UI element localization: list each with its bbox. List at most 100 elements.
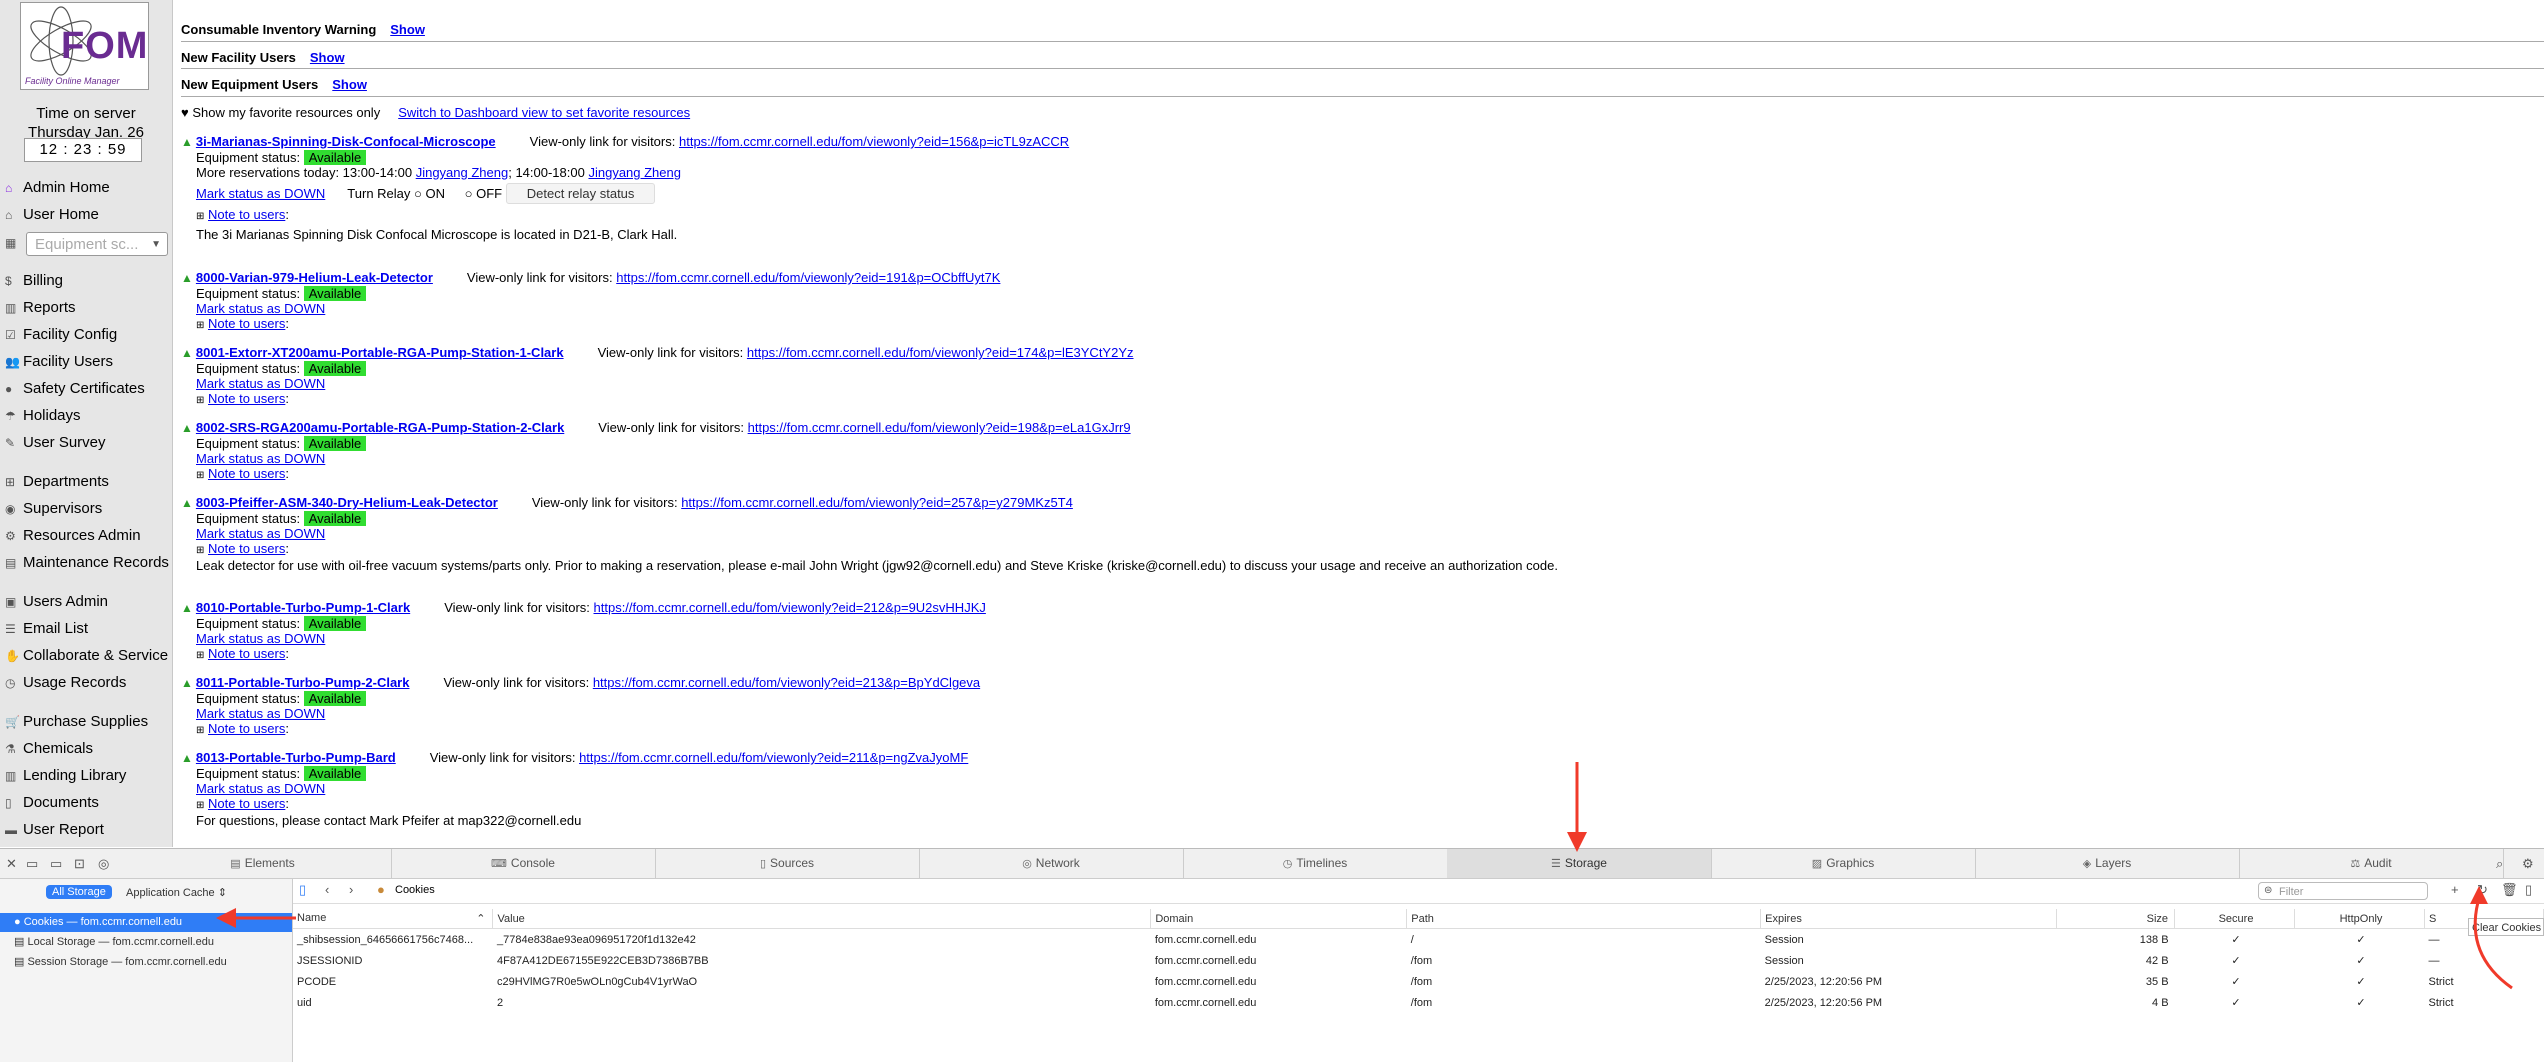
sidebar-item-users-admin[interactable]: ▣ Users Admin <box>5 590 108 614</box>
refresh-icon[interactable]: ↻ <box>2477 882 2488 898</box>
resource-title-link[interactable]: 8010-Portable-Turbo-Pump-1-Clark <box>196 600 410 615</box>
resource-title-link[interactable]: 8003-Pfeiffer-ASM-340-Dry-Helium-Leak-De… <box>196 495 498 510</box>
dock-icon[interactable]: ▭ <box>50 856 62 872</box>
note-to-users-link[interactable]: Note to users <box>208 391 285 406</box>
note-to-users-link[interactable]: Note to users <box>208 207 285 222</box>
column-header-expires[interactable]: Expires <box>1760 909 2058 929</box>
sidebar-item-admin-home[interactable]: ⌂ Admin Home <box>5 176 110 200</box>
mark-down-link[interactable]: Mark status as DOWN <box>196 186 325 201</box>
sidebar-item-user-survey[interactable]: ✎ User Survey <box>5 431 106 455</box>
detect-relay-button[interactable]: Detect relay status <box>505 183 656 204</box>
resource-title-link[interactable]: 8000-Varian-979-Helium-Leak-Detector <box>196 270 433 285</box>
column-header-size[interactable]: Size <box>2056 909 2176 929</box>
sidebar-item-holidays[interactable]: ☂ Holidays <box>5 404 81 428</box>
new-facility-users-show-link[interactable]: Show <box>310 50 345 65</box>
tab-network[interactable]: ◎ Network <box>919 849 1184 878</box>
table-row[interactable]: JSESSIONID 4F87A412DE67155E922CEB3D7386B7… <box>293 950 2544 971</box>
tree-item-session-storage[interactable]: ▤ Session Storage — fom.ccmr.cornell.edu <box>0 953 292 972</box>
relay-on-radio[interactable]: ○ <box>414 186 422 201</box>
tree-item-cookies[interactable]: ● Cookies — fom.ccmr.cornell.edu <box>0 913 292 932</box>
filter-input[interactable]: Filter <box>2258 882 2428 900</box>
reservation-user-link[interactable]: Jingyang Zheng <box>588 165 681 180</box>
mark-down-link[interactable]: Mark status as DOWN <box>196 376 325 391</box>
expand-icon[interactable]: ⊞ <box>196 211 204 222</box>
breadcrumb[interactable]: Cookies <box>395 884 435 896</box>
view-only-link[interactable]: https://fom.ccmr.cornell.edu/fom/viewonl… <box>579 750 968 765</box>
expand-icon[interactable]: ⊞ <box>196 650 204 661</box>
sidebar-item-collaborate-service[interactable]: ✋ Collaborate & Service <box>5 644 168 668</box>
expand-icon[interactable]: ⊞ <box>196 320 204 331</box>
note-to-users-link[interactable]: Note to users <box>208 541 285 556</box>
sidebar-item-maintenance-records[interactable]: ▤ Maintenance Records <box>5 551 169 575</box>
sidebar-item-safety-certificates[interactable]: ● Safety Certificates <box>5 377 145 401</box>
sidebar-toggle-icon[interactable]: ▯ <box>299 882 306 898</box>
resource-title-link[interactable]: 8002-SRS-RGA200amu-Portable-RGA-Pump-Sta… <box>196 420 564 435</box>
note-to-users-link[interactable]: Note to users <box>208 796 285 811</box>
column-header-value[interactable]: Value <box>492 909 1152 929</box>
sidebar-item-purchase-supplies[interactable]: 🛒 Purchase Supplies <box>5 710 148 734</box>
tab-timelines[interactable]: ◷ Timelines <box>1183 849 1448 878</box>
search-icon[interactable]: ⌕ <box>2496 856 2503 872</box>
sidebar-item-facility-config[interactable]: ☑ Facility Config <box>5 323 117 347</box>
sidebar-item-usage-records[interactable]: ◷ Usage Records <box>5 671 126 695</box>
tab-layers[interactable]: ◈ Layers <box>1975 849 2240 878</box>
sidebar-item-chemicals[interactable]: ⚗ Chemicals <box>5 737 93 761</box>
new-equipment-users-show-link[interactable]: Show <box>332 77 367 92</box>
target-icon[interactable]: ◎ <box>98 856 109 872</box>
gear-icon[interactable]: ⚙ <box>2522 856 2534 872</box>
table-row[interactable]: _shibsession_64656661756c7468... _7784e83… <box>293 929 2544 951</box>
column-header-secure[interactable]: Secure <box>2174 909 2296 929</box>
sidebar-toggle-icon[interactable]: ▯ <box>2525 882 2532 898</box>
tab-storage[interactable]: ☰ Storage <box>1447 849 1712 878</box>
tab-graphics[interactable]: ▨ Graphics <box>1711 849 1976 878</box>
resource-title-link[interactable]: 8013-Portable-Turbo-Pump-Bard <box>196 750 396 765</box>
sidebar-item-reports[interactable]: ▥ Reports <box>5 296 76 320</box>
reservation-user-link[interactable]: Jingyang Zheng <box>416 165 509 180</box>
switch-dashboard-link[interactable]: Switch to Dashboard view to set favorite… <box>398 105 690 120</box>
table-row[interactable]: uid 2 fom.ccmr.cornell.edu/fom 2/25/2023, 1… <box>293 992 2544 1013</box>
column-header-httponly[interactable]: HttpOnly <box>2294 909 2425 929</box>
sidebar-item-lending-library[interactable]: ▥ Lending Library <box>5 764 126 788</box>
sidebar-item-user-home[interactable]: ⌂ User Home <box>5 203 99 227</box>
add-icon[interactable]: + <box>2451 882 2459 897</box>
trash-icon[interactable]: 🗑 <box>2501 882 2518 898</box>
close-icon[interactable]: ✕ <box>6 856 17 872</box>
sidebar-item-billing[interactable]: $ Billing <box>5 269 63 293</box>
mark-down-link[interactable]: Mark status as DOWN <box>196 301 325 316</box>
view-only-link[interactable]: https://fom.ccmr.cornell.edu/fom/viewonl… <box>616 270 1000 285</box>
view-only-link[interactable]: https://fom.ccmr.cornell.edu/fom/viewonl… <box>593 675 980 690</box>
back-icon[interactable]: ‹ <box>325 882 329 897</box>
relay-off-radio[interactable]: ○ <box>465 186 473 201</box>
expand-icon[interactable]: ⊞ <box>196 725 204 736</box>
expand-icon[interactable]: ⊞ <box>196 470 204 481</box>
tab-elements[interactable]: ▤ Elements <box>134 849 392 878</box>
expand-icon[interactable]: ⊞ <box>196 395 204 406</box>
note-to-users-link[interactable]: Note to users <box>208 466 285 481</box>
dock-icon[interactable]: ▭ <box>26 856 38 872</box>
resource-title-link[interactable]: 8011-Portable-Turbo-Pump-2-Clark <box>196 675 410 690</box>
view-only-link[interactable]: https://fom.ccmr.cornell.edu/fom/viewonl… <box>747 345 1134 360</box>
fom-logo[interactable]: FOM Facility Online Manager <box>20 2 149 90</box>
sidebar-item-user-report[interactable]: ▬ User Report <box>5 818 104 842</box>
resource-title-link[interactable]: 3i-Marianas-Spinning-Disk-Confocal-Micro… <box>196 134 496 149</box>
view-only-link[interactable]: https://fom.ccmr.cornell.edu/fom/viewonl… <box>679 134 1069 149</box>
note-to-users-link[interactable]: Note to users <box>208 646 285 661</box>
tree-item-local-storage[interactable]: ▤ Local Storage — fom.ccmr.cornell.edu <box>0 933 292 952</box>
tab-console[interactable]: ⌨ Console <box>391 849 656 878</box>
column-header-domain[interactable]: Domain <box>1150 909 1408 929</box>
view-only-link[interactable]: https://fom.ccmr.cornell.edu/fom/viewonl… <box>681 495 1073 510</box>
all-storage-filter[interactable]: All Storage <box>46 885 112 899</box>
table-row[interactable]: PCODE c29HVlMG7R0e5wOLn0gCub4V1yrWaO fom.c… <box>293 971 2544 992</box>
sidebar-item-departments[interactable]: ⊞ Departments <box>5 470 109 494</box>
equipment-search-select[interactable]: Equipment sc... ▼ <box>26 232 168 256</box>
expand-icon[interactable]: ⊞ <box>196 800 204 811</box>
sidebar-item-supervisors[interactable]: ◉ Supervisors <box>5 497 102 521</box>
mark-down-link[interactable]: Mark status as DOWN <box>196 781 325 796</box>
column-header-path[interactable]: Path <box>1406 909 1762 929</box>
mark-down-link[interactable]: Mark status as DOWN <box>196 631 325 646</box>
inspect-icon[interactable]: ⊡ <box>74 856 85 872</box>
mark-down-link[interactable]: Mark status as DOWN <box>196 451 325 466</box>
forward-icon[interactable]: › <box>349 882 353 897</box>
mark-down-link[interactable]: Mark status as DOWN <box>196 526 325 541</box>
expand-icon[interactable]: ⊞ <box>196 545 204 556</box>
